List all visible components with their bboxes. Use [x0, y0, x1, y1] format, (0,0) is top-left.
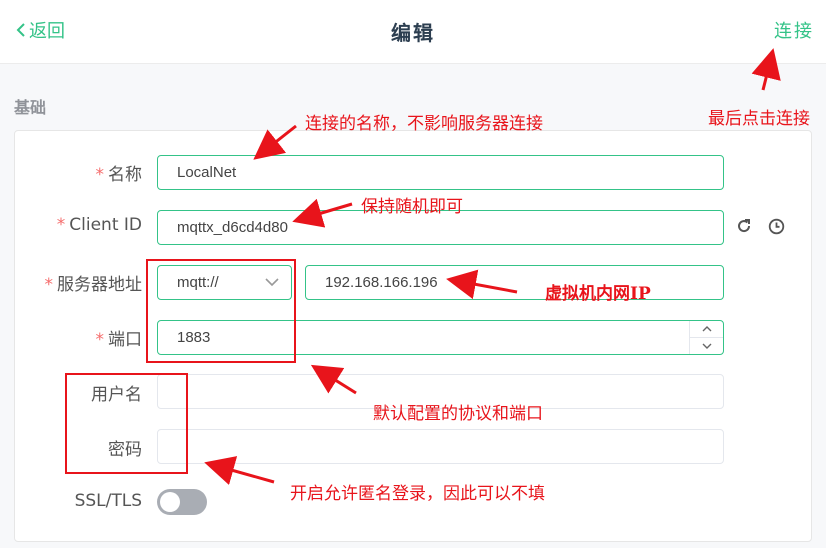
- protocol-note: 默认配置的协议和端口: [373, 404, 543, 424]
- clock-icon[interactable]: [768, 218, 785, 239]
- name-note: 连接的名称，不影响服务器连接: [305, 114, 543, 134]
- section-title: 基础: [14, 98, 47, 117]
- client-id-label: * Client ID: [56, 215, 142, 235]
- name-label: * 名称: [95, 165, 143, 185]
- host-label: * 服务器地址: [44, 275, 143, 295]
- caret-down-icon[interactable]: [690, 337, 723, 354]
- caret-up-icon[interactable]: [690, 321, 723, 337]
- protocol-port-highlight: [146, 259, 296, 363]
- client-id-note: 保持随机即可: [361, 197, 463, 217]
- refresh-icon[interactable]: [736, 218, 752, 238]
- password-input[interactable]: [157, 429, 724, 464]
- credentials-highlight: [65, 373, 188, 474]
- ssl-toggle[interactable]: [157, 489, 207, 515]
- ssl-label: SSL/TLS: [74, 491, 142, 511]
- top-bar: 返回 编辑 连接: [0, 0, 826, 64]
- connect-button[interactable]: 连接: [774, 17, 814, 43]
- host-input[interactable]: 192.168.166.196: [305, 265, 724, 300]
- connect-note: 最后点击连接: [708, 109, 810, 129]
- anon-note: 开启允许匿名登录，因此可以不填: [290, 484, 545, 504]
- name-input[interactable]: LocalNet: [157, 155, 724, 190]
- page-title: 编辑: [391, 21, 435, 45]
- port-stepper: [689, 321, 723, 354]
- toggle-knob: [160, 492, 180, 512]
- port-label: * 端口: [95, 330, 143, 350]
- host-note: 虚拟机内网IP: [545, 284, 651, 304]
